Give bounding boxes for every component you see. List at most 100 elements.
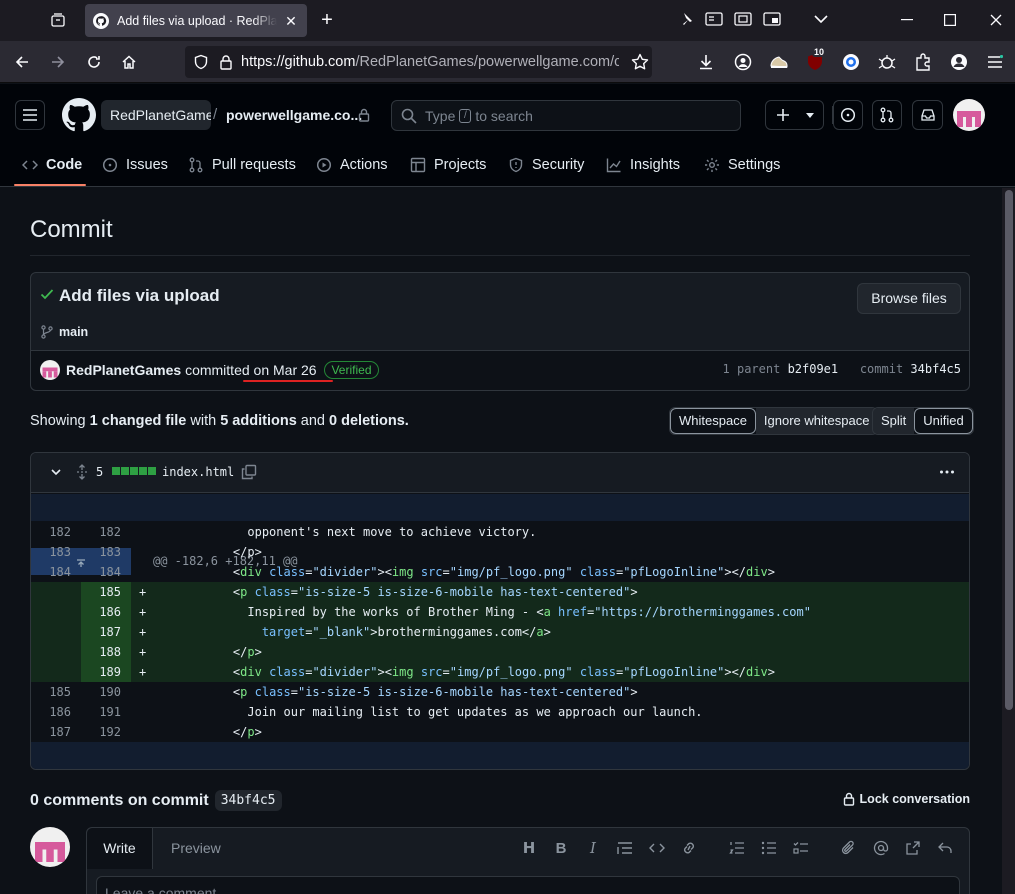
extension-shoe-icon[interactable] [767,50,791,74]
tab-actions[interactable]: Actions [316,142,388,187]
extension-globe-icon[interactable] [839,50,863,74]
tab-settings[interactable]: Settings [704,142,780,187]
pull-requests-button[interactable] [872,100,902,130]
chevron-down-icon[interactable] [50,466,62,478]
code-icon[interactable] [641,838,673,858]
verified-badge[interactable]: Verified [324,361,379,379]
old-line-number[interactable]: 185 [31,682,81,702]
comment-textarea[interactable]: Leave a comment [96,876,960,894]
reload-icon[interactable] [82,50,106,74]
new-line-number[interactable]: 192 [81,722,131,742]
github-logo-icon[interactable] [62,98,96,132]
reader-icon[interactable] [704,8,724,30]
tab-insights[interactable]: Insights [606,142,680,187]
new-line-number[interactable]: 183 [81,542,131,562]
url-text[interactable]: https://github.com/RedPlanetGames/powerw… [241,54,619,70]
task-list-icon[interactable] [785,838,817,858]
whitespace-button[interactable]: Whitespace [670,408,756,434]
attach-icon[interactable] [833,838,865,858]
new-line-number[interactable]: 191 [81,702,131,722]
unordered-list-icon[interactable] [753,838,785,858]
screenshot-icon[interactable] [733,8,753,30]
tab-manager-icon[interactable] [46,8,70,32]
list-all-tabs-icon[interactable] [811,8,831,30]
tab-projects[interactable]: Projects [410,142,486,187]
new-line-number[interactable]: 182 [81,522,131,542]
expand-all-icon[interactable] [74,464,90,480]
pip-icon[interactable] [762,8,782,30]
profile-icon[interactable] [947,50,971,74]
shield-icon[interactable] [193,54,209,70]
summary-changed[interactable]: 1 changed file [90,413,187,429]
bold-icon[interactable]: B [545,838,577,858]
tab-code[interactable]: Code [22,142,82,187]
old-line-number[interactable]: 186 [31,702,81,722]
user-avatar[interactable] [953,99,985,131]
issues-button[interactable] [833,100,863,130]
old-line-number[interactable]: 183 [31,542,81,562]
create-new-button[interactable] [765,100,824,130]
author-avatar[interactable] [40,360,60,380]
author-link[interactable]: RedPlanetGames [66,362,181,378]
new-line-number[interactable]: 186 [81,602,131,622]
extensions-puzzle-icon[interactable] [911,50,935,74]
new-line-number[interactable]: 188 [81,642,131,662]
split-view-button[interactable]: Split [873,408,915,434]
extension-bug-icon[interactable] [875,50,899,74]
lock-conversation-button[interactable]: Lock conversation [843,792,970,806]
org-link[interactable]: RedPlanetGames [101,100,211,130]
kebab-menu-icon[interactable] [939,464,955,480]
ignore-whitespace-button[interactable]: Ignore whitespace [755,408,878,434]
app-menu-icon[interactable] [983,50,1007,74]
heading-icon[interactable]: H [513,838,545,858]
italic-icon[interactable]: I [577,838,609,858]
unified-view-button[interactable]: Unified [914,408,973,434]
search-input[interactable]: Type / to search [391,100,741,131]
close-window-icon[interactable] [984,9,1008,31]
preview-tab[interactable]: Preview [171,840,221,856]
mention-icon[interactable] [865,838,897,858]
pin-icon[interactable] [676,8,696,30]
old-line-number[interactable]: 184 [31,562,81,582]
old-line-number[interactable]: 187 [31,722,81,742]
lock-icon[interactable] [219,54,233,70]
new-line-number[interactable]: 189 [81,662,131,682]
old-line-number[interactable]: 182 [31,522,81,542]
repo-link[interactable]: powerwellgame.co... [226,107,362,123]
new-line-number[interactable]: 187 [81,622,131,642]
copy-icon[interactable] [241,464,257,480]
maximize-icon[interactable] [938,9,962,31]
tab-issues[interactable]: Issues [102,142,168,187]
ordered-list-icon[interactable] [721,838,753,858]
branch-ref[interactable]: main [40,325,88,339]
tab-security[interactable]: Security [508,142,584,187]
new-line-number[interactable]: 184 [81,562,131,582]
tab-close-icon[interactable]: ✕ [283,13,299,29]
forward-icon[interactable] [46,50,70,74]
browse-files-button[interactable]: Browse files [857,283,961,314]
tab-pull-requests[interactable]: Pull requests [188,142,296,187]
url-bar[interactable]: https://github.com/RedPlanetGames/powerw… [185,46,652,78]
diff-filename[interactable]: index.html [162,465,234,479]
write-tab[interactable]: Write [87,828,153,869]
browser-tab-active[interactable]: Add files via upload · RedPlanetGames/po… [85,4,307,37]
reply-icon[interactable] [929,838,961,858]
bookmark-star-icon[interactable] [631,53,649,71]
home-icon[interactable] [117,50,141,74]
new-line-number[interactable]: 190 [81,682,131,702]
ublock-icon[interactable]: 10 [803,47,827,74]
inbox-button[interactable] [912,100,943,130]
new-line-number[interactable]: 185 [81,582,131,602]
cross-reference-icon[interactable] [897,838,929,858]
hamburger-menu-icon[interactable] [15,100,45,130]
back-icon[interactable] [10,50,34,74]
downloads-icon[interactable] [694,50,718,74]
scrollbar-thumb[interactable] [1005,190,1013,710]
quote-icon[interactable] [609,838,641,858]
account-icon[interactable] [731,50,755,74]
new-tab-icon[interactable]: + [316,9,338,31]
minimize-icon[interactable] [895,9,919,31]
commit-date[interactable]: on Mar 26 [254,362,317,378]
parent-sha-link[interactable]: b2f09e1 [788,362,839,376]
link-icon[interactable] [673,838,705,858]
